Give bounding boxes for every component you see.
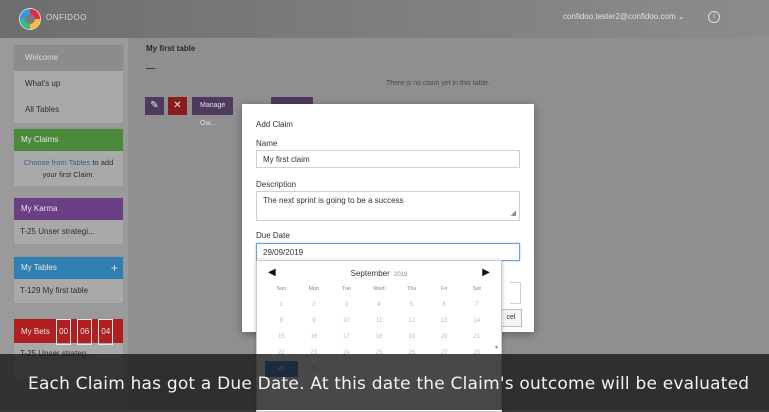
- weekday-label: Thu: [406, 286, 417, 292]
- my-tables-title: My Tables: [21, 263, 57, 272]
- nav-box: Welcome What's up All Tables: [13, 44, 124, 124]
- empty-state-text: There is no claim yet in this table.: [386, 80, 490, 87]
- calendar-day[interactable]: 14: [460, 313, 493, 329]
- calendar-day[interactable]: 17: [330, 329, 363, 345]
- bets-count-won: 06: [77, 319, 93, 345]
- next-month-icon[interactable]: ▶: [482, 267, 490, 278]
- my-karma-box: My Karma T-25 Unser strategi...: [13, 197, 124, 245]
- description-textarea[interactable]: The next sprint is going to be a success…: [256, 191, 520, 221]
- calendar-day[interactable]: 1: [265, 297, 298, 313]
- top-navbar: ONFIDOO confidoo.tester2@confidoo.com ⌄ …: [0, 0, 769, 38]
- my-claims-body: Choose from Tables to add your first Cla…: [14, 151, 123, 187]
- resize-handle-icon[interactable]: ◢: [511, 209, 516, 217]
- description-label: Description: [256, 180, 297, 189]
- choose-from-tables-link[interactable]: Choose from Tables: [24, 158, 91, 167]
- weekday-label: Tue: [341, 286, 352, 292]
- edit-button[interactable]: ✎: [145, 97, 164, 115]
- partially-hidden-input[interactable]: [510, 282, 521, 304]
- datepicker-month[interactable]: September: [351, 269, 390, 278]
- user-menu[interactable]: confidoo.tester2@confidoo.com ⌄: [563, 12, 685, 21]
- name-input[interactable]: My first claim: [256, 150, 520, 168]
- due-date-input[interactable]: 29/09/2019: [256, 243, 520, 261]
- my-tables-header[interactable]: My Tables +: [14, 257, 123, 279]
- calendar-day[interactable]: 5: [395, 297, 428, 313]
- page-title: My first table: [146, 44, 196, 53]
- weekday-label: Mon: [308, 286, 320, 292]
- my-tables-box: My Tables + T-129 My first table: [13, 256, 124, 304]
- calendar-day[interactable]: 13: [428, 313, 461, 329]
- calendar-day[interactable]: 21: [460, 329, 493, 345]
- calendar-week: 8 9 10 11 12 13 14: [265, 313, 493, 329]
- caption-clip: Each Claim has got a Due Date. At this d…: [0, 354, 769, 410]
- datepicker-title: September 2019: [257, 269, 501, 278]
- caption-text: Each Claim has got a Due Date. At this d…: [28, 374, 750, 394]
- karma-item[interactable]: T-25 Unser strategi...: [14, 220, 123, 244]
- my-claims-header[interactable]: My Claims: [14, 129, 123, 151]
- description-text: The next sprint is going to be a success: [263, 196, 404, 205]
- my-karma-header[interactable]: My Karma: [14, 198, 123, 220]
- due-date-label: Due Date: [256, 231, 290, 240]
- scroll-indicator-icon: ▾: [494, 345, 498, 351]
- calendar-day[interactable]: 16: [298, 329, 331, 345]
- video-caption: Each Claim has got a Due Date. At this d…: [0, 354, 769, 410]
- weekday-label: Fri: [440, 286, 448, 292]
- calendar-day[interactable]: 9: [298, 313, 331, 329]
- add-table-icon[interactable]: +: [111, 257, 118, 279]
- my-claims-box: My Claims Choose from Tables to add your…: [13, 128, 124, 187]
- calendar-week: 15 16 17 18 19 20 21: [265, 329, 493, 345]
- title-divider: [146, 68, 155, 69]
- calendar-day[interactable]: 8: [265, 313, 298, 329]
- my-bets-title: My Bets: [21, 327, 50, 336]
- weekday-label: Wed: [373, 286, 385, 292]
- screen: ONFIDOO confidoo.tester2@confidoo.com ⌄ …: [0, 0, 769, 412]
- delete-button[interactable]: ✕: [168, 97, 187, 115]
- table-item[interactable]: T-129 My first table: [14, 279, 123, 303]
- pencil-icon: ✎: [150, 100, 159, 111]
- calendar-day[interactable]: 4: [363, 297, 396, 313]
- calendar-day[interactable]: 10: [330, 313, 363, 329]
- calendar-day[interactable]: 20: [428, 329, 461, 345]
- calendar-day[interactable]: 11: [363, 313, 396, 329]
- calendar-day[interactable]: 12: [395, 313, 428, 329]
- app-logo[interactable]: [20, 9, 40, 29]
- name-label: Name: [256, 139, 278, 148]
- sidebar-item-whats-up[interactable]: What's up: [14, 71, 123, 97]
- bets-count-open: 00: [56, 319, 72, 345]
- sidebar-item-all-tables[interactable]: All Tables: [14, 97, 123, 123]
- logo-text: ONFIDOO: [46, 13, 87, 22]
- cancel-button[interactable]: cel: [500, 309, 522, 327]
- calendar-day[interactable]: 6: [428, 297, 461, 313]
- calendar-day[interactable]: 18: [363, 329, 396, 345]
- weekday-label: Sun: [276, 286, 287, 292]
- info-icon[interactable]: i: [708, 11, 720, 23]
- calendar-day[interactable]: 3: [330, 297, 363, 313]
- weekday-header: Sun Mon Tue Wed Thu Fri Sat: [265, 286, 493, 292]
- calendar-week: 1 2 3 4 5 6 7: [265, 297, 493, 313]
- manage-owners-button[interactable]: Manage Ow...: [192, 97, 234, 127]
- calendar-day[interactable]: 2: [298, 297, 331, 313]
- my-bets-header[interactable]: My Bets 00 06 04: [14, 319, 123, 345]
- sidebar-item-welcome[interactable]: Welcome: [14, 45, 123, 71]
- datepicker-year[interactable]: 2019: [394, 272, 407, 278]
- bets-count-lost: 04: [98, 319, 114, 345]
- modal-title: Add Claim: [256, 120, 293, 129]
- weekday-label: Sat: [472, 286, 481, 292]
- calendar-day[interactable]: 15: [265, 329, 298, 345]
- calendar-day[interactable]: 19: [395, 329, 428, 345]
- calendar-day[interactable]: 7: [460, 297, 493, 313]
- close-icon: ✕: [173, 100, 182, 111]
